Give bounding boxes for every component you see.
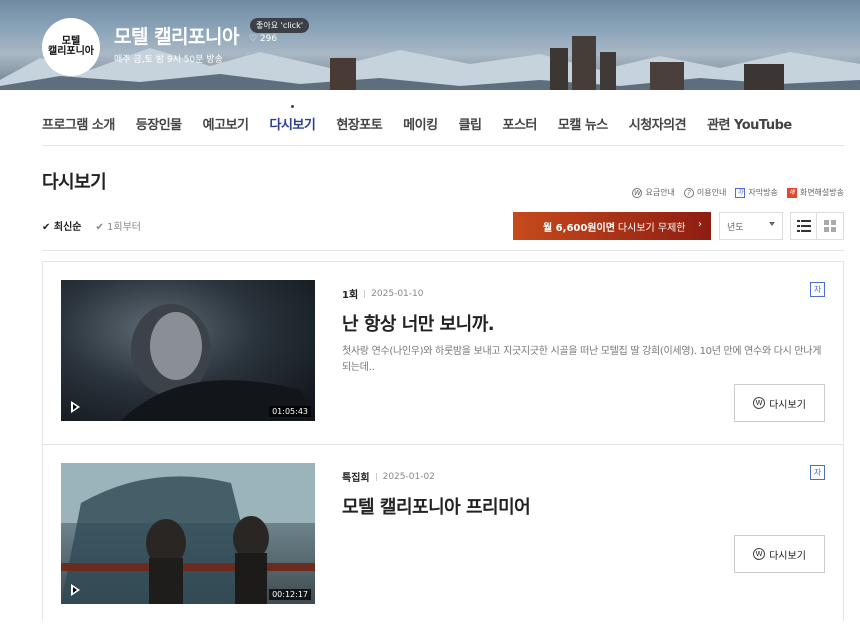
sort-latest-label: 최신순 [53,222,82,233]
grid-view-button[interactable] [817,213,843,239]
like-count: ♡ 296 [249,34,278,44]
subtitle-icon: 자 [735,187,746,198]
nav-item-preview[interactable]: 예고보기 [203,104,249,145]
program-title: 모텔 캘리포니아 [114,26,239,48]
episode-meta: 특집회 2025-01-02 [342,469,435,485]
chevron-right-icon: › [698,219,702,230]
nav-item-viewer-opinions[interactable]: 시청자의견 [629,104,687,145]
nav-item-news[interactable]: 모캘 뉴스 [558,104,608,145]
meta-separator [364,289,366,298]
program-logo[interactable]: 모텔 캘리포니아 [42,18,100,76]
nav-item-replay[interactable]: 다시보기 [269,104,316,145]
episode-list: 01:05:43 1회 2025-01-10 난 항상 너만 보니까. 첫사랑 … [42,261,844,621]
caret-down-icon [769,222,775,226]
list-view-icon [796,220,811,232]
replay-button-label: 다시보기 [769,550,806,562]
subtitle-badge: 자 [810,465,825,480]
won-icon: W [632,187,643,198]
unlimited-replay-promo-button[interactable]: 월 6,600원이면 다시보기 무제한 › [513,212,711,240]
replay-button-label: 다시보기 [769,399,806,411]
replay-button[interactable]: W 다시보기 [734,384,825,422]
nav-item-intro[interactable]: 프로그램 소개 [42,104,115,145]
pricing-info-label: 요금안내 [645,188,675,197]
episode-duration: 00:12:17 [269,589,311,600]
episode-thumbnail[interactable]: 01:05:43 [61,280,315,421]
usage-info-label: 이용안내 [696,188,727,197]
page-title: 다시보기 [42,172,107,193]
won-icon: W [753,548,766,560]
sort-first-option[interactable]: ✔ 1회부터 [95,218,141,233]
play-icon [71,401,80,413]
view-toggle [790,212,844,240]
episode-date: 2025-01-02 [382,471,435,482]
episode-description: 첫사랑 연수(나인우)와 하룻밤을 보내고 지긋지긋한 시골을 떠난 모텔집 딸… [342,346,822,373]
won-icon: W [753,397,766,409]
thumbnail-scene-image [61,463,315,604]
episode-number: 특집회 [342,473,370,484]
episode-title[interactable]: 모텔 캘리포니아 프리미어 [342,493,531,519]
nav-item-photos[interactable]: 현장포토 [336,104,382,145]
program-header-banner: 모텔 캘리포니아 모텔 캘리포니아 매주 금,토 밤 9시 50분 방송 좋아요… [0,0,860,90]
question-icon: ? [683,187,694,198]
episode-number: 1회 [342,290,359,301]
episode-item: 01:05:43 1회 2025-01-10 난 항상 너만 보니까. 첫사랑 … [43,262,843,445]
section-divider [42,250,844,251]
audio-description-icon: 해 [786,187,797,198]
check-icon: ✔ [95,222,108,233]
thumbnail-scene-image [121,304,315,421]
nav-item-youtube[interactable]: 관련 YouTube [707,104,792,145]
pricing-info-link[interactable]: W 요금안내 [632,187,675,198]
episode-duration: 01:05:43 [269,406,311,417]
usage-info-link[interactable]: ? 이용안내 [683,187,727,198]
episode-item: 00:12:17 특집회 2025-01-02 모텔 캘리포니아 프리미어 자 … [43,444,843,627]
like-button[interactable]: 좋아요 'click' [250,18,309,33]
subtitle-legend: 자 자막방송 [735,187,778,198]
nav-item-poster[interactable]: 포스터 [502,104,537,145]
audio-description-legend: 해 화면해설방송 [786,187,844,198]
sort-first-label: 1회부터 [107,222,142,233]
sort-latest-option[interactable]: ✔ 최신순 [42,218,81,233]
nav-item-making[interactable]: 메이킹 [403,104,438,145]
program-logo-text: 모텔 캘리포니아 [48,36,94,57]
check-icon: ✔ [42,222,54,233]
nav-item-characters[interactable]: 등장인물 [136,104,182,145]
service-legend: W 요금안내 ? 이용안내 자 자막방송 해 화면해설방송 [632,187,844,198]
sort-options: ✔ 최신순 ✔ 1회부터 [42,218,141,233]
promo-text: 다시보기 무제한 [617,222,686,234]
play-icon [71,584,80,596]
promo-price: 월 6,600원이면 [543,222,615,234]
nav-item-clips[interactable]: 클립 [459,104,482,145]
episode-meta: 1회 2025-01-10 [342,286,424,302]
episode-title[interactable]: 난 항상 너만 보니까. [342,310,495,336]
episode-thumbnail[interactable]: 00:12:17 [61,463,315,604]
year-select[interactable]: 년도 [719,212,783,240]
subtitle-badge: 자 [810,282,825,297]
meta-separator [375,472,377,481]
list-view-button[interactable] [791,213,818,239]
subtitle-legend-label: 자막방송 [748,188,778,197]
year-select-value: 년도 [727,223,744,233]
episode-date: 2025-01-10 [371,288,424,299]
broadcast-schedule: 매주 금,토 밤 9시 50분 방송 [114,55,223,65]
audio-description-label: 화면해설방송 [799,188,844,197]
replay-button[interactable]: W 다시보기 [734,535,825,573]
grid-view-icon [824,220,836,232]
program-nav: 프로그램 소개 등장인물 예고보기 다시보기 현장포토 메이킹 클립 포스터 모… [42,104,844,146]
